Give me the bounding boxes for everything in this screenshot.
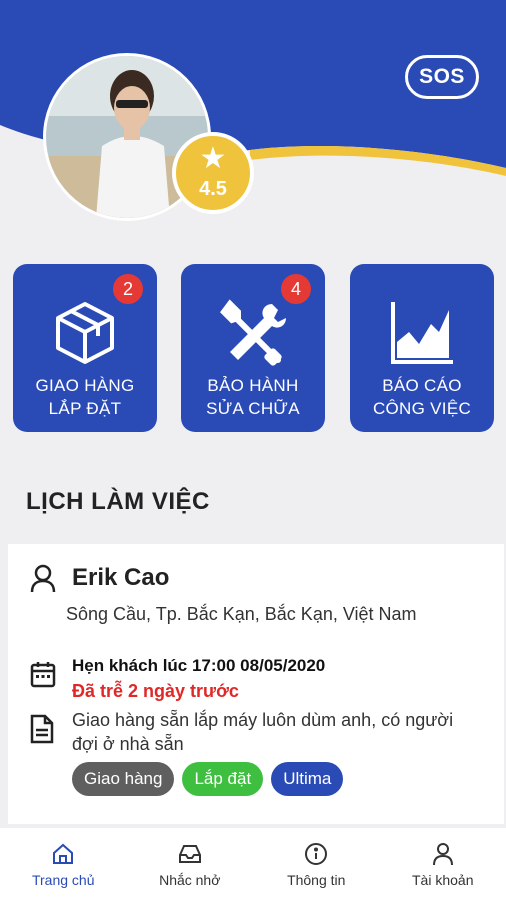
nav-reminders[interactable]: Nhắc nhở	[127, 828, 254, 900]
nav-label: Trang chủ	[31, 872, 95, 888]
order-note: Giao hàng sẵn lắp máy luôn dùm anh, có n…	[72, 710, 454, 754]
person-icon	[30, 564, 58, 599]
nav-home[interactable]: Trang chủ	[0, 828, 127, 900]
tile-work-report[interactable]: BÁO CÁO CÔNG VIỆC	[350, 264, 494, 432]
tile-label-line1: GIAO HÀNG	[35, 376, 135, 395]
tag-delivery: Giao hàng	[72, 762, 175, 796]
tile-label-line1: BẢO HÀNH	[207, 376, 299, 395]
info-icon	[305, 843, 328, 865]
tag-brand: Ultima	[271, 762, 344, 796]
rating-value: 4.5	[199, 177, 227, 200]
tile-label-line2: LẮP ĐẶT	[48, 399, 122, 418]
appointment-time: Hẹn khách lúc 17:00 08/05/2020	[72, 656, 326, 675]
tile-label-line2: CÔNG VIỆC	[372, 399, 472, 418]
inbox-icon	[178, 845, 201, 863]
schedule-card[interactable]: Erik Cao Sông Cầu, Tp. Bắc Kạn, Bắc Kạn,…	[8, 544, 504, 824]
box-icon	[13, 298, 157, 368]
nav-label: Tài khoản	[412, 872, 474, 888]
nav-account[interactable]: Tài khoản	[380, 828, 506, 900]
nav-label: Thông tin	[287, 872, 346, 888]
document-icon	[30, 714, 58, 749]
home-icon	[53, 843, 74, 864]
tag-list: Giao hàng Lắp đặt Ultima	[72, 762, 344, 796]
tile-label-line2: SỬA CHỮA	[206, 399, 300, 418]
customer-address: Sông Cầu, Tp. Bắc Kạn, Bắc Kạn, Việt Nam	[66, 604, 417, 624]
rating-badge: ★ 4.5	[172, 132, 254, 214]
customer-name: Erik Cao	[72, 564, 170, 591]
sos-button[interactable]: SOS	[405, 55, 479, 99]
calendar-icon	[30, 660, 58, 693]
bottom-nav: Trang chủ Nhắc nhở Thông tin Tài khoản	[0, 828, 506, 900]
tag-install: Lắp đặt	[182, 762, 264, 796]
user-icon	[432, 843, 453, 866]
late-status: Đã trễ 2 ngày trước	[72, 681, 239, 701]
header: SOS ★ 4.5	[0, 0, 506, 240]
nav-info[interactable]: Thông tin	[253, 828, 380, 900]
star-icon: ★	[199, 141, 227, 175]
chart-icon	[350, 298, 494, 368]
tile-label-line1: BÁO CÁO	[382, 376, 462, 395]
nav-label: Nhắc nhở	[159, 872, 221, 888]
tools-icon	[181, 298, 325, 368]
tile-warranty-repair[interactable]: 4 BẢO HÀNH SỬA CHỮA	[181, 264, 325, 432]
tile-delivery-install[interactable]: 2 GIAO HÀNG LẮP ĐẶT	[13, 264, 157, 432]
section-title: LỊCH LÀM VIỆC	[26, 488, 210, 515]
